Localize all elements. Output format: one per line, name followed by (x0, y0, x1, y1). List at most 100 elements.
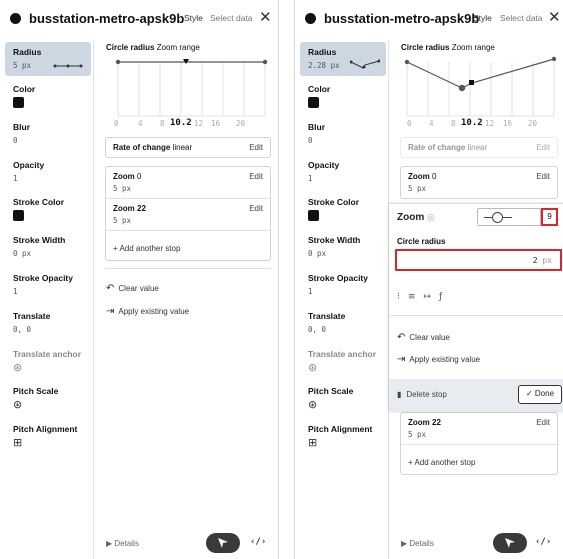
property-color[interactable]: Color (300, 84, 386, 108)
property-stroke-color[interactable]: Stroke Color (5, 197, 91, 221)
undo-icon: ↶ (397, 332, 406, 343)
property-radius[interactable]: Radius 2.28 px (300, 42, 386, 76)
property-list: Radius 5 px Color Blur 0 Opacity 1 Strok… (0, 40, 94, 559)
property-label: Pitch Scale (308, 386, 354, 396)
property-stroke-width[interactable]: Stroke Width 0 px (300, 235, 386, 258)
property-radius[interactable]: Radius 5 px (5, 42, 91, 76)
property-stroke-color[interactable]: Stroke Color (300, 197, 386, 221)
edit-rate-button[interactable]: Edit (249, 143, 263, 152)
stop-zoom-label: Zoom (113, 204, 135, 213)
select-tool-button[interactable] (493, 533, 527, 553)
zoom-input[interactable]: 9 (541, 208, 558, 226)
property-translate[interactable]: Translate 0, 0 (300, 311, 386, 334)
property-blur[interactable]: Blur 0 (300, 122, 386, 145)
property-blur[interactable]: Blur 0 (5, 122, 91, 145)
axis-tick: 12 (194, 119, 204, 128)
property-stroke-opacity[interactable]: Stroke Opacity 1 (5, 273, 91, 296)
help-icon[interactable]: ◎ (427, 212, 435, 222)
tab-style[interactable]: Style (473, 13, 492, 23)
edit-stop-button[interactable]: Edit (536, 418, 550, 427)
property-stroke-width[interactable]: Stroke Width 0 px (5, 235, 91, 258)
property-value: 0 (308, 136, 313, 145)
property-pitch-alignment[interactable]: Pitch Alignment ⊞ (5, 424, 91, 449)
rate-value: linear (467, 143, 488, 152)
property-list: Radius 2.28 px Color Blur 0 Opacity 1 St… (295, 40, 389, 559)
property-value: 1 (13, 287, 18, 296)
stop-row[interactable]: Zoom 22 5 px Edit (401, 413, 557, 445)
details-toggle[interactable]: ▶ Details (106, 539, 139, 548)
tab-style[interactable]: Style (184, 13, 203, 23)
circle-radius-input[interactable]: 2 px (395, 249, 562, 271)
axis-tick: 4 (138, 119, 143, 128)
add-stop-row[interactable]: + Add another stop (106, 231, 270, 260)
cursor-icon (218, 538, 228, 548)
property-translate-anchor[interactable]: Translate anchor ⊛ (300, 349, 386, 374)
property-label: Stroke Color (308, 197, 360, 207)
fx-icon[interactable]: ƒ (439, 292, 450, 302)
close-icon[interactable]: ✕ (259, 8, 272, 26)
layer-title: busstation-metro-apsk9b (324, 10, 480, 26)
zoom-slider[interactable] (477, 208, 541, 226)
clear-value-button[interactable]: ↶ Clear value (397, 332, 450, 343)
property-pitch-scale[interactable]: Pitch Scale ⊛ (5, 386, 91, 411)
delete-stop-button[interactable]: ▮ Delete stop (397, 390, 447, 399)
stop-zoom-value: 0 (137, 172, 142, 181)
style-panel-right: busstation-metro-apsk9b Style Select dat… (294, 0, 563, 559)
trash-icon: ▮ (397, 390, 402, 399)
property-value: 0 px (308, 249, 327, 258)
property-translate[interactable]: Translate 0, 0 (5, 311, 91, 334)
property-stroke-opacity[interactable]: Stroke Opacity 1 (300, 273, 386, 296)
code-icon[interactable]: ‹/› (250, 537, 266, 547)
edit-stop-button[interactable]: Edit (249, 204, 263, 213)
rate-row[interactable]: Rate of change linear Edit (401, 138, 557, 157)
axis-tick: 4 (429, 119, 434, 128)
editor-label: Circle radius Zoom range (106, 43, 200, 52)
data-icon[interactable]: ⁝≡ (397, 292, 423, 302)
property-pitch-scale[interactable]: Pitch Scale ⊛ (300, 386, 386, 411)
stop-row[interactable]: Zoom 22 5 px Edit (106, 199, 270, 231)
tab-select-data[interactable]: Select data (500, 13, 543, 23)
property-opacity[interactable]: Opacity 1 (5, 160, 91, 183)
stop-zoom-label: Zoom (408, 418, 430, 427)
clear-value-label: Clear value (118, 284, 159, 293)
edit-rate-button[interactable]: Edit (536, 143, 550, 152)
apply-existing-label: Apply existing value (118, 307, 190, 316)
zoom-curve-icon (53, 64, 83, 68)
tab-select-data[interactable]: Select data (210, 13, 253, 23)
current-zoom-readout: 10.2 (461, 118, 483, 128)
apply-existing-button[interactable]: ⇥ Apply existing value (106, 306, 189, 317)
edit-stop-button[interactable]: Edit (536, 172, 550, 181)
style-panel-left: busstation-metro-apsk9b Style Select dat… (0, 0, 279, 559)
property-opacity[interactable]: Opacity 1 (300, 160, 386, 183)
add-stop-button[interactable]: + Add another stop (408, 458, 475, 467)
code-icon[interactable]: ‹/› (535, 537, 551, 547)
close-icon[interactable]: ✕ (548, 8, 561, 26)
rate-row[interactable]: Rate of change linear Edit (106, 138, 270, 157)
select-tool-button[interactable] (206, 533, 240, 553)
popup-action-bar: ▮ Delete stop ✓ Done (389, 379, 563, 411)
editor-footer: ▶ Details ‹/› (98, 529, 272, 559)
property-pitch-alignment[interactable]: Pitch Alignment ⊞ (300, 424, 386, 449)
slider-knob[interactable] (492, 212, 503, 223)
apply-existing-button[interactable]: ⇥ Apply existing value (397, 354, 480, 365)
property-label: Translate (13, 311, 51, 321)
editor-label-sub: Zoom range (451, 43, 495, 52)
stop-row[interactable]: Zoom 0 5 px Edit (401, 167, 557, 198)
anchor-icon: ⊛ (13, 361, 23, 374)
cursor-icon (505, 538, 515, 548)
add-stop-button[interactable]: + Add another stop (113, 244, 180, 253)
function-icon[interactable]: ↦ (423, 292, 439, 302)
add-stop-row[interactable]: + Add another stop (401, 445, 557, 474)
property-translate-anchor[interactable]: Translate anchor ⊛ (5, 349, 91, 374)
property-label: Blur (13, 122, 30, 132)
details-toggle[interactable]: ▶ Details (401, 539, 434, 548)
stop-row[interactable]: Zoom 0 5 px Edit (106, 167, 270, 199)
clear-value-button[interactable]: ↶ Clear value (106, 283, 159, 294)
stop-zoom-value: 22 (137, 204, 146, 213)
done-button[interactable]: ✓ Done (518, 385, 562, 404)
property-color[interactable]: Color (5, 84, 91, 108)
property-editor: Circle radius Zoom range 0 4 8 10.2 12 1… (98, 40, 272, 559)
edit-stop-button[interactable]: Edit (249, 172, 263, 181)
check-icon: ✓ (525, 389, 533, 398)
property-value: 0, 0 (308, 325, 327, 334)
